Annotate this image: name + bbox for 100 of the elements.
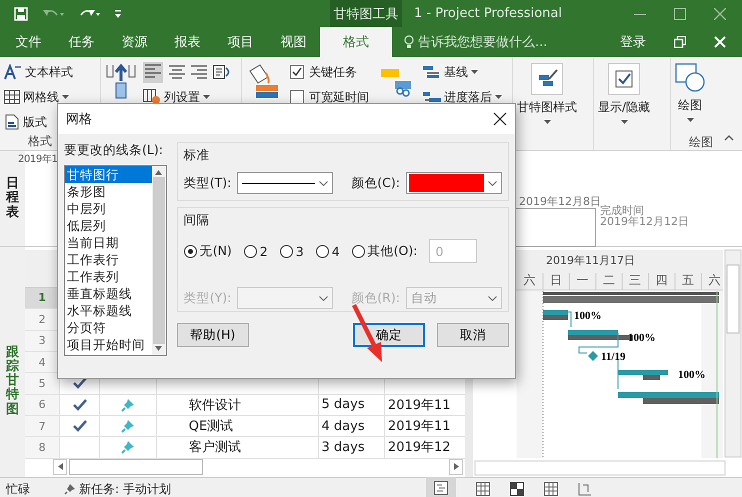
radio-option[interactable]: 3 [280, 244, 304, 258]
list-item[interactable]: 中层列 [65, 200, 152, 217]
checkbox[interactable] [290, 90, 304, 104]
list-item[interactable]: 条形图 [65, 183, 152, 200]
color-dropdown[interactable] [406, 172, 502, 194]
list-item[interactable]: 工作表行 [65, 251, 152, 268]
list-scrollbar[interactable] [152, 166, 166, 355]
timeline-date: 2019年12月8日 [519, 194, 601, 208]
sign-in-link[interactable]: 登录 [620, 33, 646, 51]
weekday-label: 一 [576, 273, 588, 287]
checkbox-label: 关键任务 [309, 64, 357, 80]
lightbulb-icon [404, 35, 414, 49]
arrow-down-icon [155, 346, 162, 351]
drawing-button[interactable]: 绘图 [675, 61, 705, 134]
bar-label: 11/19 [601, 351, 626, 363]
row-number[interactable]: 6 [25, 394, 60, 415]
radio-option[interactable]: 2 [244, 244, 268, 258]
list-item[interactable]: 工作表列 [65, 268, 152, 285]
scrollbar-thumb[interactable] [726, 264, 740, 334]
view-label: 跟踪甘特图 [6, 346, 19, 417]
task-name: 客户测试 [188, 439, 241, 456]
tell-me-field[interactable]: 告诉我您想要做什么... [418, 33, 548, 51]
start-date-cell-text: 2019年11 [388, 396, 451, 414]
ribbon-tab[interactable]: 文件 [2, 27, 55, 57]
baseline-button[interactable]: 基线 [423, 61, 502, 83]
slippage-button[interactable]: 进度落后 [423, 86, 502, 108]
radio-option[interactable]: 其他(O): [352, 242, 418, 260]
align-right-icon[interactable] [191, 65, 207, 79]
list-item[interactable]: 当前日期 [65, 234, 152, 251]
dialog-title: 网格 [66, 111, 92, 128]
restore-icon[interactable] [674, 36, 686, 48]
radio-option[interactable]: 4 [316, 244, 340, 258]
checkmark-icon [72, 377, 87, 390]
milestone-diamond[interactable] [588, 351, 598, 361]
maximize-icon[interactable] [674, 8, 686, 20]
weekday-label: 二 [602, 273, 615, 287]
start-date-cell-text: 2019年11 [388, 418, 451, 436]
list-item[interactable]: 分页符 [65, 319, 152, 336]
ribbon-tab[interactable]: 视图 [267, 27, 320, 57]
task-name: 软件设计 [188, 396, 241, 414]
field-label: 类型(Y): [184, 290, 232, 306]
group-label: 绘图 [689, 134, 713, 150]
row-number[interactable]: 5 [25, 373, 60, 394]
customize-icon[interactable] [114, 8, 122, 18]
column-settings-icon [143, 89, 161, 105]
status-mode: 忙碌 [6, 480, 31, 497]
show-hide-button[interactable]: 显示/隐藏 [598, 61, 650, 124]
close-icon[interactable] [714, 8, 726, 20]
list-item[interactable]: 水平标题线 [65, 302, 152, 319]
ribbon-tab[interactable]: 报表 [161, 27, 214, 57]
caret-icon [471, 70, 478, 74]
ribbon-tab[interactable]: 项目 [214, 27, 267, 57]
wrap-text-icon[interactable] [213, 64, 231, 80]
line-type-dropdown[interactable] [237, 172, 334, 194]
horizontal-scrollbar[interactable] [474, 460, 726, 476]
scroll-left-button[interactable] [53, 458, 67, 475]
list-item[interactable]: 低层列 [65, 217, 152, 234]
dialog-button[interactable]: 确定 [353, 323, 425, 347]
field-label: 类型(T): [184, 174, 232, 192]
gridlines-button[interactable]: 网格线 [4, 86, 96, 108]
line-listbox[interactable]: 甘特图行 条形图 中层列 低层列 当前日期 工作表行 工作表列 垂直标题线 水平标题线 分页符 项目开始时间 [64, 165, 167, 356]
gantt-style-button[interactable]: 甘特图样式 [517, 61, 577, 124]
ribbon-tab[interactable]: 格式 [320, 27, 392, 57]
list-item[interactable]: 甘特图行 [65, 166, 152, 183]
align-center-icon[interactable] [169, 65, 185, 79]
checkmark-icon [72, 420, 87, 432]
resource-sheet-icon[interactable] [544, 482, 558, 496]
checkbox-label: 可宽延时间 [309, 88, 369, 106]
list-item[interactable]: 垂直标题线 [65, 285, 152, 302]
scrollbar-thumb[interactable] [69, 458, 203, 475]
list-label: 要更改的线条(L): [64, 142, 164, 159]
align-left-icon[interactable] [145, 64, 161, 78]
team-planner-icon[interactable] [510, 482, 524, 496]
gantt-view-icon[interactable] [434, 480, 448, 494]
report-icon[interactable] [578, 482, 592, 496]
weekday-label: 五 [682, 273, 694, 287]
text-styles-button[interactable]: 文本样式 [4, 61, 96, 83]
scroll-right-button[interactable] [449, 458, 463, 475]
checkbox[interactable] [290, 65, 304, 79]
task-usage-icon[interactable] [476, 482, 490, 496]
window-title: 1 - Project Professional [414, 6, 563, 21]
insert-column-icon [105, 63, 137, 99]
row-number[interactable]: 7 [25, 416, 60, 436]
contextual-tab-group: 甘特图工具 [330, 0, 402, 27]
ribbon-tab[interactable]: 资源 [108, 27, 161, 57]
dialog-button[interactable]: 帮助(H) [176, 323, 249, 347]
row-number[interactable]: 8 [25, 437, 60, 458]
radio-option[interactable]: 无(N) [184, 242, 232, 260]
pin-icon [120, 398, 135, 412]
save-icon[interactable] [14, 6, 28, 20]
pin-icon [64, 483, 76, 495]
ribbon-tab[interactable]: 任务 [55, 27, 108, 57]
list-item[interactable]: 项目开始时间 [65, 336, 152, 353]
insert-column-button[interactable] [105, 61, 137, 99]
finish-date: 2019年12月12日 [600, 215, 689, 229]
new-task-mode[interactable]: 新任务: 手动计划 [79, 480, 171, 497]
dialog-button[interactable]: 取消 [437, 323, 509, 347]
close-icon [493, 112, 507, 126]
collapse-ribbon-icon[interactable] [724, 135, 734, 141]
column-settings-button[interactable]: 列设置 [143, 86, 231, 108]
